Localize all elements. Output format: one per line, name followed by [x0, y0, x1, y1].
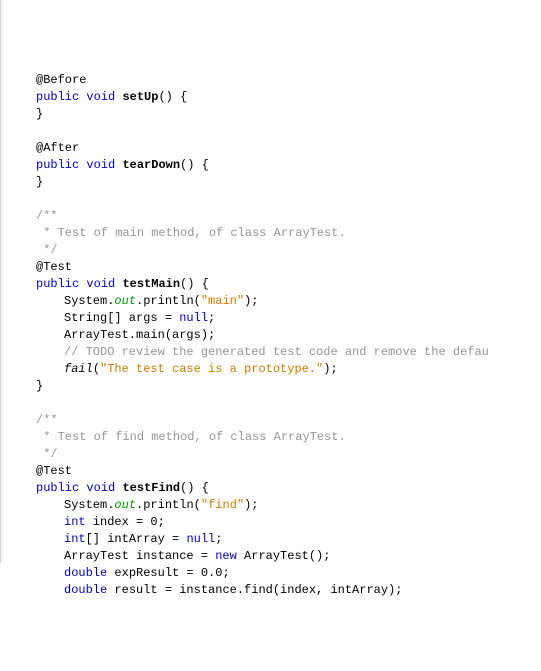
code-line: * Test of main method, of class ArrayTes…	[8, 225, 541, 242]
code-token: void	[86, 90, 115, 104]
code-token: index = 0;	[86, 515, 165, 529]
code-token: new	[215, 549, 237, 563]
code-token: );	[244, 498, 258, 512]
code-line: ArrayTest.main(args);	[8, 327, 541, 344]
code-token: ArrayTest instance =	[64, 549, 215, 563]
code-token: null	[179, 311, 208, 325]
code-line: */	[8, 242, 541, 259]
code-line: double expResult = 0.0;	[8, 565, 541, 582]
code-token: setUp	[122, 90, 158, 104]
code-token: testFind	[122, 481, 180, 495]
code-token: int	[64, 515, 86, 529]
code-token: void	[86, 481, 115, 495]
code-token: public	[36, 158, 79, 172]
code-token: public	[36, 481, 79, 495]
code-token: // TODO review the generated test code a…	[64, 345, 489, 359]
code-token: void	[86, 277, 115, 291]
code-token: }	[36, 107, 43, 121]
code-token: * Test of main method, of class ArrayTes…	[36, 226, 346, 240]
code-token: */	[36, 243, 58, 257]
code-line: @Test	[8, 463, 541, 480]
code-token: @Before	[36, 73, 86, 87]
code-token: double	[64, 583, 107, 597]
code-token: );	[244, 294, 258, 308]
code-line: double result = instance.find(index, int…	[8, 582, 541, 599]
code-token: out	[114, 498, 136, 512]
code-token: .println(	[136, 498, 201, 512]
code-line: int[] intArray = null;	[8, 531, 541, 548]
code-line: }	[8, 174, 541, 191]
code-token: double	[64, 566, 107, 580]
code-token: void	[86, 158, 115, 172]
code-token: );	[323, 362, 337, 376]
code-line: public void setUp() {	[8, 89, 541, 106]
code-line: System.out.println("main");	[8, 293, 541, 310]
code-token: () {	[180, 481, 209, 495]
code-token: @Test	[36, 464, 72, 478]
code-token: (	[93, 362, 100, 376]
code-line: int index = 0;	[8, 514, 541, 531]
code-token: @Test	[36, 260, 72, 274]
code-token: () {	[180, 277, 209, 291]
code-token: testMain	[122, 277, 180, 291]
code-line: }	[8, 378, 541, 395]
code-block: @Beforepublic void setUp() {} @Afterpubl…	[8, 72, 541, 599]
code-line: @Before	[8, 72, 541, 89]
code-token: "find"	[201, 498, 244, 512]
code-token: null	[186, 532, 215, 546]
code-token: () {	[158, 90, 187, 104]
code-line: public void tearDown() {	[8, 157, 541, 174]
code-token: public	[36, 90, 79, 104]
code-token: /**	[36, 413, 58, 427]
code-token: }	[36, 175, 43, 189]
code-token: ;	[208, 311, 215, 325]
code-line: @After	[8, 140, 541, 157]
code-token: result = instance.find(index, intArray);	[107, 583, 402, 597]
code-line: fail("The test case is a prototype.");	[8, 361, 541, 378]
code-token: expResult = 0.0;	[107, 566, 229, 580]
code-token: ArrayTest.main(args);	[64, 328, 215, 342]
code-line: ArrayTest instance = new ArrayTest();	[8, 548, 541, 565]
code-line: public void testFind() {	[8, 480, 541, 497]
code-line: */	[8, 446, 541, 463]
code-token: System.	[64, 294, 114, 308]
code-line: }	[8, 106, 541, 123]
code-token: /**	[36, 209, 58, 223]
code-line	[8, 395, 541, 412]
code-line: @Test	[8, 259, 541, 276]
code-token: ;	[215, 532, 222, 546]
code-line: /**	[8, 208, 541, 225]
code-token: @After	[36, 141, 79, 155]
code-line: /**	[8, 412, 541, 429]
code-token: }	[36, 379, 43, 393]
code-token: public	[36, 277, 79, 291]
code-line	[8, 191, 541, 208]
code-token: out	[114, 294, 136, 308]
code-line: // TODO review the generated test code a…	[8, 344, 541, 361]
code-token: * Test of find method, of class ArrayTes…	[36, 430, 346, 444]
code-token: tearDown	[122, 158, 180, 172]
code-token: String[] args =	[64, 311, 179, 325]
code-token: () {	[180, 158, 209, 172]
code-token: "main"	[201, 294, 244, 308]
code-token: .println(	[136, 294, 201, 308]
code-line: System.out.println("find");	[8, 497, 541, 514]
code-line: * Test of find method, of class ArrayTes…	[8, 429, 541, 446]
code-token: "The test case is a prototype."	[100, 362, 323, 376]
code-line: public void testMain() {	[8, 276, 541, 293]
code-token: System.	[64, 498, 114, 512]
code-token: int	[64, 532, 86, 546]
code-line	[8, 123, 541, 140]
code-token: ArrayTest();	[237, 549, 331, 563]
code-token: [] intArray =	[86, 532, 187, 546]
code-token: */	[36, 447, 58, 461]
code-token: fail	[64, 362, 93, 376]
code-line: String[] args = null;	[8, 310, 541, 327]
